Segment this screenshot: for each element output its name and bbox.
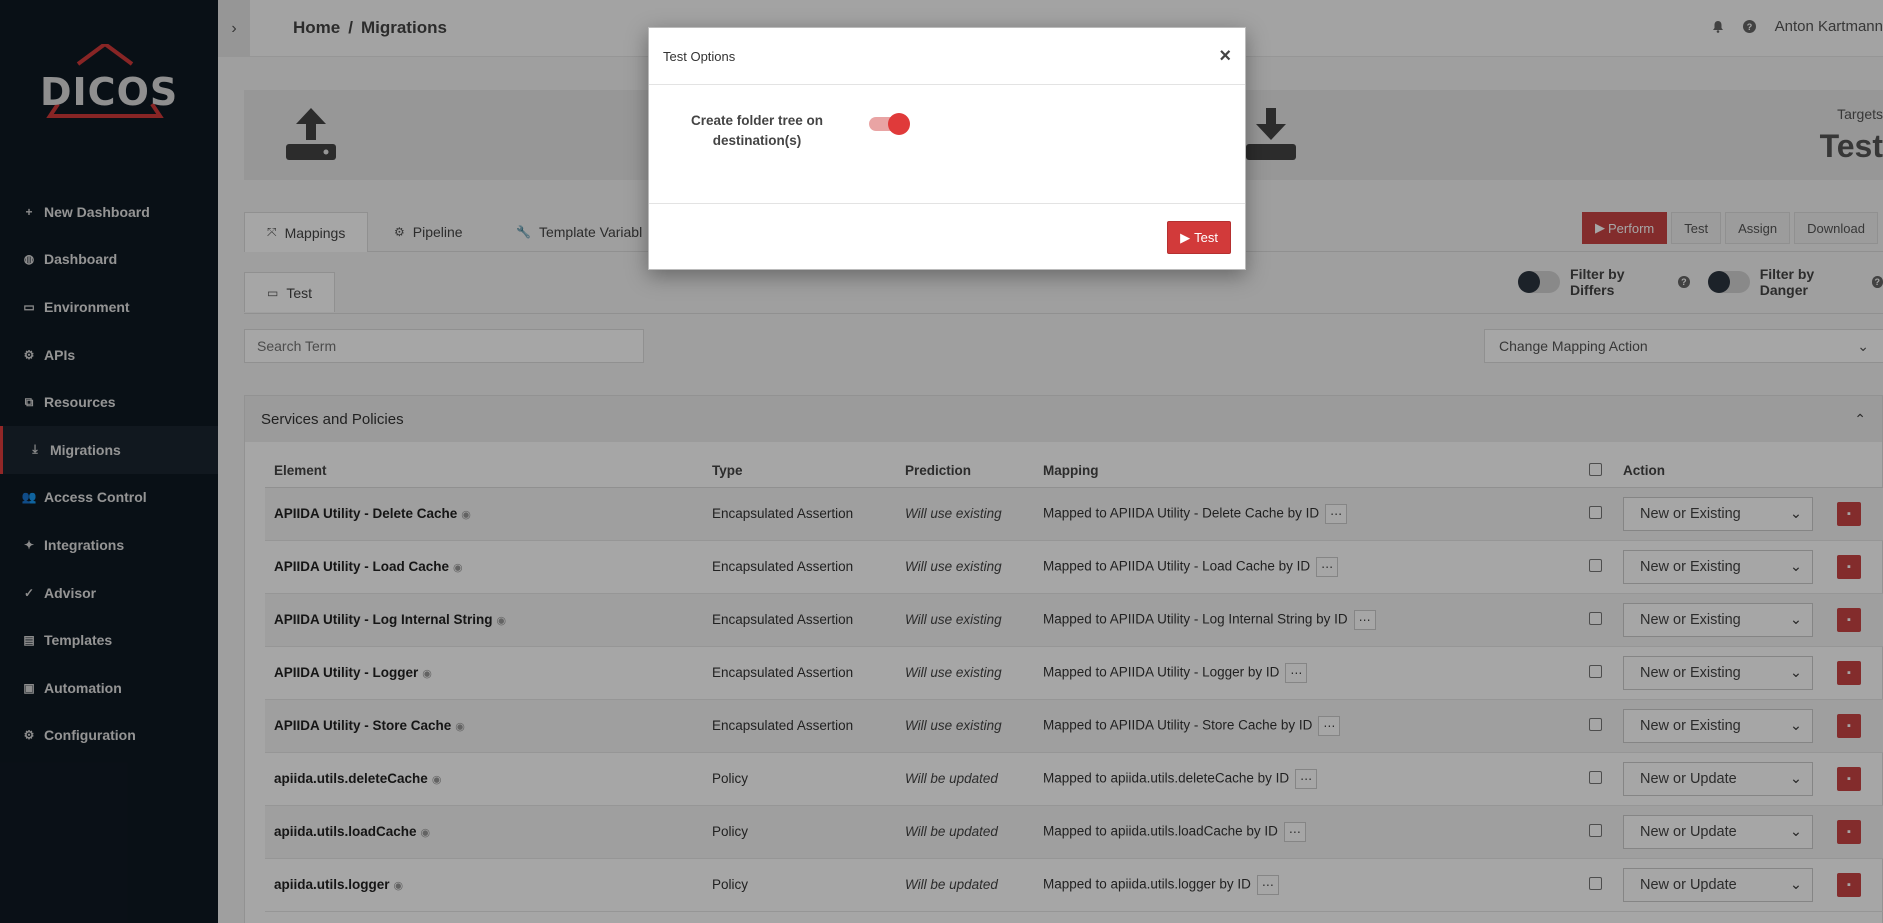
create-folder-tree-toggle[interactable] <box>867 113 911 135</box>
modal-title: Test Options <box>663 48 736 64</box>
play-icon: ▶ <box>1180 229 1191 245</box>
create-folder-tree-label: Create folder tree on destination(s) <box>690 113 824 148</box>
toggle-knob <box>888 113 910 135</box>
close-icon[interactable]: × <box>1219 45 1231 68</box>
test-options-modal: Test Options × Create folder tree on des… <box>648 27 1246 270</box>
modal-test-label: Test <box>1194 230 1218 245</box>
modal-body: Create folder tree on destination(s) <box>649 85 1245 204</box>
modal-header: Test Options × <box>649 28 1245 85</box>
modal-footer: ▶ Test <box>649 204 1245 270</box>
modal-test-button[interactable]: ▶ Test <box>1167 221 1231 254</box>
